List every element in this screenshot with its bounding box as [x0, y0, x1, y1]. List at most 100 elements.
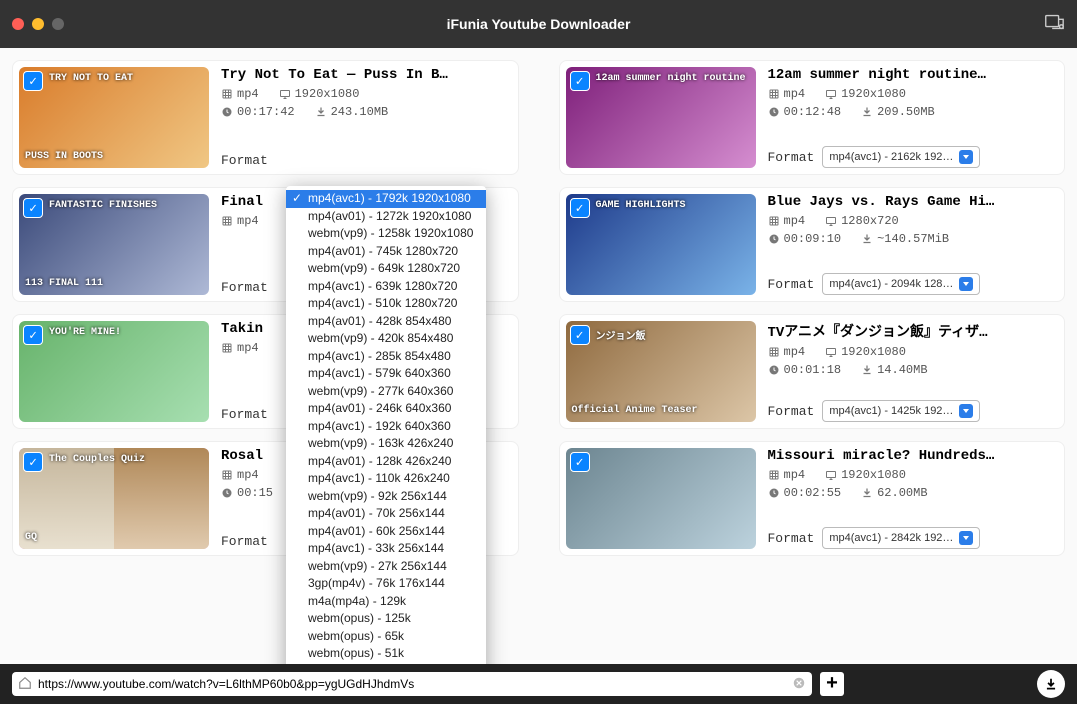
resolution-value: 1920x1080	[825, 87, 906, 101]
select-checkbox[interactable]: ✓	[23, 325, 43, 345]
select-checkbox[interactable]: ✓	[23, 452, 43, 472]
clear-url-icon[interactable]	[792, 676, 806, 693]
format-option[interactable]: mp4(avc1) - 579k 640x360	[286, 365, 486, 383]
format-option[interactable]: webm(vp9) - 92k 256x144	[286, 488, 486, 506]
format-option[interactable]: mp4(avc1) - 110k 426x240	[286, 470, 486, 488]
video-thumbnail[interactable]: ✓FANTASTIC FINISHES113 FINAL 111	[19, 194, 209, 295]
select-checkbox[interactable]: ✓	[570, 325, 590, 345]
format-option[interactable]: mp4(avc1) - 33k 256x144	[286, 540, 486, 558]
format-option[interactable]: m4a(mp4a) - 129k	[286, 593, 486, 611]
video-thumbnail[interactable]: ✓ンジョン飯Official Anime Teaser	[566, 321, 756, 422]
format-select[interactable]: mp4(avc1) - 2162k 192…	[822, 146, 980, 168]
video-thumbnail[interactable]: ✓GAME HIGHLIGHTS	[566, 194, 756, 295]
format-option[interactable]: 3gp(mp4v) - 76k 176x144	[286, 575, 486, 593]
video-card: ✓ Missouri miracle? Hundreds…mp41920x1080…	[559, 441, 1066, 556]
add-url-button[interactable]: +	[820, 672, 844, 696]
select-checkbox[interactable]: ✓	[570, 71, 590, 91]
video-thumbnail[interactable]: ✓ The Couples Quiz GQ	[19, 448, 209, 549]
video-thumbnail[interactable]: ✓ YOU'RE MINE!	[19, 321, 209, 422]
format-value: mp4	[768, 345, 806, 359]
format-option[interactable]: mp4(av01) - 70k 256x144	[286, 505, 486, 523]
home-icon[interactable]	[18, 676, 32, 693]
format-select[interactable]: mp4(avc1) - 2094k 128…	[822, 273, 980, 295]
meta-row: 00:01:1814.40MB	[768, 363, 1059, 377]
format-select[interactable]: mp4(avc1) - 1425k 192…	[822, 400, 980, 422]
video-card: ✓GAME HIGHLIGHTS Blue Jays vs. Rays Game …	[559, 187, 1066, 302]
format-option[interactable]: mp4(av01) - 128k 426x240	[286, 453, 486, 471]
select-checkbox[interactable]: ✓	[570, 198, 590, 218]
format-label: Format	[221, 534, 268, 549]
format-option[interactable]: webm(opus) - 51k	[286, 645, 486, 663]
format-option[interactable]: webm(vp9) - 277k 640x360	[286, 383, 486, 401]
select-checkbox[interactable]: ✓	[570, 452, 590, 472]
thumb-overlay-text: YOU'RE MINE!	[49, 327, 121, 338]
format-option[interactable]: webm(vp9) - 420k 854x480	[286, 330, 486, 348]
video-card: ✓12am summer night routine12am summer ni…	[559, 60, 1066, 175]
format-option[interactable]: webm(vp9) - 163k 426x240	[286, 435, 486, 453]
duration-value: 00:02:55	[768, 486, 842, 500]
video-info: Missouri miracle? Hundreds…mp41920x10800…	[768, 448, 1059, 549]
titlebar: iFunia Youtube Downloader	[0, 0, 1077, 48]
video-thumbnail[interactable]: ✓	[566, 448, 756, 549]
url-input[interactable]	[38, 677, 786, 691]
meta-row: mp4 1920x1080	[768, 345, 1059, 359]
format-option[interactable]: mp4(avc1) - 1792k 1920x1080	[286, 190, 486, 208]
format-dropdown-menu[interactable]: mp4(avc1) - 1792k 1920x1080mp4(av01) - 1…	[286, 186, 486, 664]
format-option[interactable]: m4a(mp4a) - 49k	[286, 663, 486, 665]
thumb-overlay-text: ンジョン飯	[596, 327, 646, 343]
chevron-down-icon	[959, 277, 973, 291]
duration-value: 00:17:42	[221, 105, 295, 119]
format-option[interactable]: mp4(av01) - 1272k 1920x1080	[286, 208, 486, 226]
format-select-value: mp4(avc1) - 2094k 128…	[829, 278, 953, 290]
meta-row: 00:02:55 62.00MB	[768, 486, 1059, 500]
video-thumbnail[interactable]: ✓12am summer night routine	[566, 67, 756, 168]
select-checkbox[interactable]: ✓	[23, 71, 43, 91]
video-card: ✓ンジョン飯Official Anime TeaserTVアニメ『ダンジョン飯』…	[559, 314, 1066, 429]
format-row: Formatmp4(avc1) - 2162k 192…	[768, 146, 1059, 168]
maximize-window-button[interactable]	[52, 18, 64, 30]
video-title: Try Not To Eat — Puss In B…	[221, 67, 512, 83]
format-option[interactable]: webm(vp9) - 27k 256x144	[286, 558, 486, 576]
thumb-overlay-text: The Couples Quiz	[49, 454, 145, 465]
meta-row: mp41920x1080	[768, 468, 1059, 482]
video-title: Blue Jays vs. Rays Game Hi…	[768, 194, 1059, 210]
duration-value: 00:15	[221, 486, 273, 500]
format-option[interactable]: mp4(av01) - 428k 854x480	[286, 313, 486, 331]
thumb-overlay-text: GQ	[25, 532, 203, 543]
thumb-overlay-text: 113 FINAL 111	[25, 278, 203, 289]
thumb-overlay-text: TRY NOT TO EAT	[49, 73, 133, 84]
filesize-value: 209.50MB	[861, 105, 935, 119]
format-option[interactable]: webm(vp9) - 1258k 1920x1080	[286, 225, 486, 243]
video-info: 12am summer night routine…mp41920x108000…	[768, 67, 1059, 168]
format-option[interactable]: mp4(av01) - 60k 256x144	[286, 523, 486, 541]
format-option[interactable]: mp4(avc1) - 510k 1280x720	[286, 295, 486, 313]
format-value: mp4	[768, 214, 806, 228]
library-icon[interactable]	[1043, 11, 1065, 38]
format-option[interactable]: mp4(avc1) - 639k 1280x720	[286, 278, 486, 296]
video-thumbnail[interactable]: ✓TRY NOT TO EATPUSS IN BOOTS	[19, 67, 209, 168]
format-option[interactable]: webm(vp9) - 649k 1280x720	[286, 260, 486, 278]
format-row: Formatmp4(avc1) - 2842k 192…	[768, 527, 1059, 549]
format-select[interactable]: mp4(avc1) - 2842k 192…	[822, 527, 980, 549]
chevron-down-icon	[959, 150, 973, 164]
video-grid: ✓TRY NOT TO EATPUSS IN BOOTSTry Not To E…	[0, 48, 1077, 664]
download-button[interactable]	[1037, 670, 1065, 698]
filesize-value: 62.00MB	[861, 486, 927, 500]
format-option[interactable]: webm(opus) - 125k	[286, 610, 486, 628]
meta-row: mp41920x1080	[221, 87, 512, 101]
select-checkbox[interactable]: ✓	[23, 198, 43, 218]
filesize-value: ~140.57MiB	[861, 232, 949, 246]
format-option[interactable]: mp4(avc1) - 285k 854x480	[286, 348, 486, 366]
close-window-button[interactable]	[12, 18, 24, 30]
format-option[interactable]: mp4(av01) - 745k 1280x720	[286, 243, 486, 261]
minimize-window-button[interactable]	[32, 18, 44, 30]
format-option[interactable]: mp4(avc1) - 192k 640x360	[286, 418, 486, 436]
format-option[interactable]: webm(opus) - 65k	[286, 628, 486, 646]
resolution-value: 1920x1080	[825, 345, 906, 359]
format-row: Format mp4(avc1) - 2094k 128…	[768, 273, 1059, 295]
format-label: Format	[768, 277, 815, 292]
app-title: iFunia Youtube Downloader	[447, 16, 631, 32]
video-title: TVアニメ『ダンジョン飯』ティザ…	[768, 321, 1059, 341]
format-select-value: mp4(avc1) - 2842k 192…	[829, 532, 953, 544]
format-option[interactable]: mp4(av01) - 246k 640x360	[286, 400, 486, 418]
